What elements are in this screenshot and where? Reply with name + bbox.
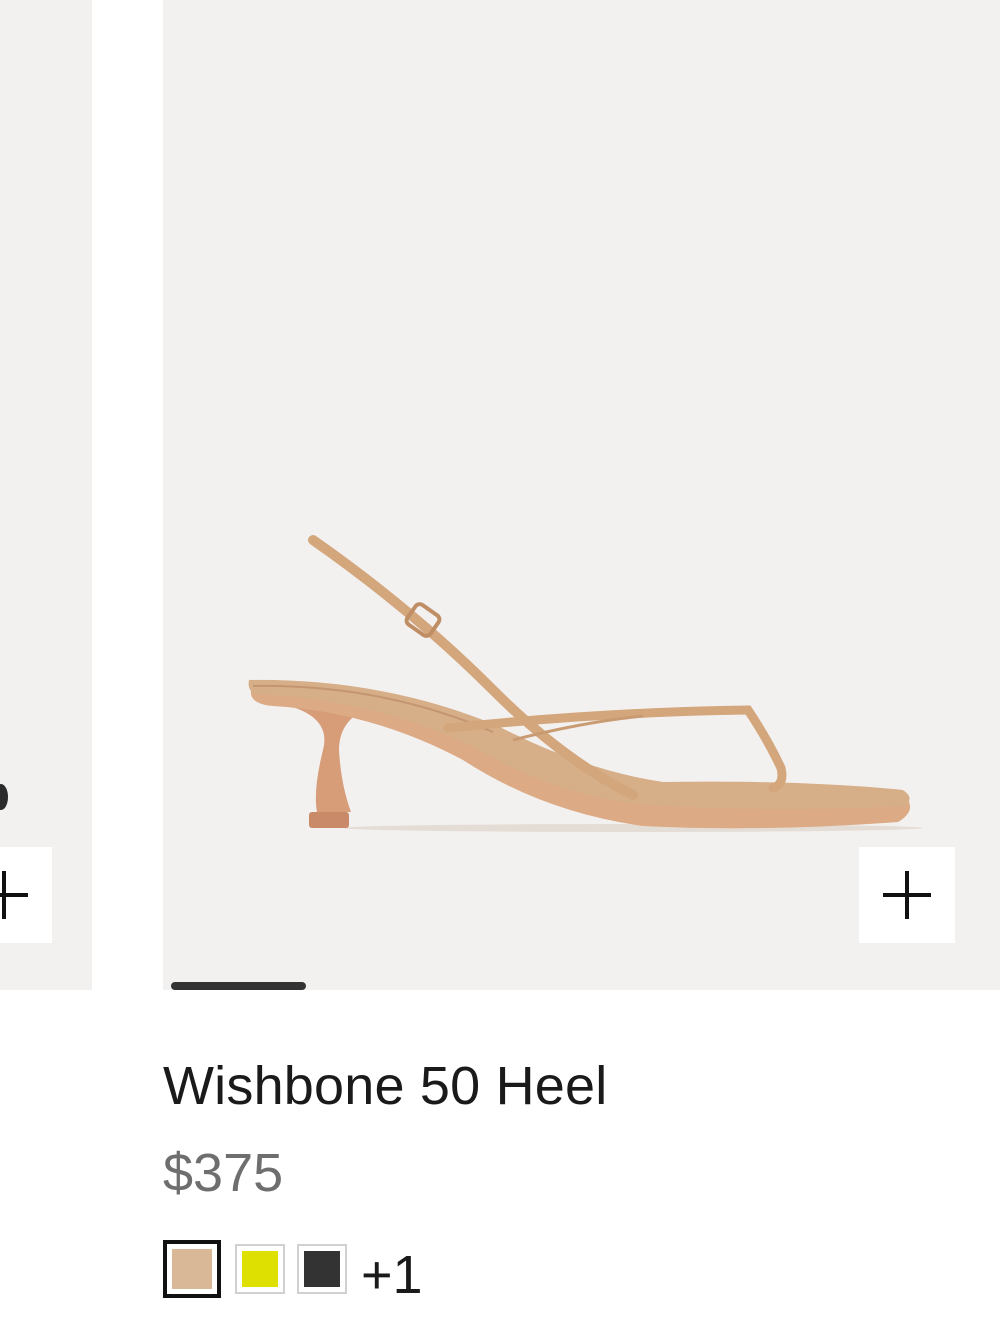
swatch-color-fill xyxy=(242,1251,278,1287)
product-price: $375 xyxy=(163,1143,284,1203)
quick-add-button[interactable] xyxy=(859,847,955,943)
image-carousel-indicator[interactable] xyxy=(171,982,306,990)
product-image[interactable] xyxy=(163,0,1000,990)
plus-icon xyxy=(0,871,28,919)
previous-product-shoe-edge xyxy=(0,784,8,810)
previous-quick-add-button[interactable] xyxy=(0,847,52,943)
swatch-color-fill xyxy=(172,1249,212,1289)
swatch-tan[interactable] xyxy=(163,1240,221,1298)
color-swatches: +1 xyxy=(163,1240,423,1302)
more-colors-count[interactable]: +1 xyxy=(361,1248,423,1302)
previous-product-image[interactable] xyxy=(0,0,92,990)
plus-icon xyxy=(883,871,931,919)
swatch-color-fill xyxy=(304,1251,340,1287)
sandal-illustration xyxy=(248,535,923,832)
swatch-yellow[interactable] xyxy=(235,1244,285,1294)
product-name[interactable]: Wishbone 50 Heel xyxy=(163,1055,607,1117)
swatch-black[interactable] xyxy=(297,1244,347,1294)
